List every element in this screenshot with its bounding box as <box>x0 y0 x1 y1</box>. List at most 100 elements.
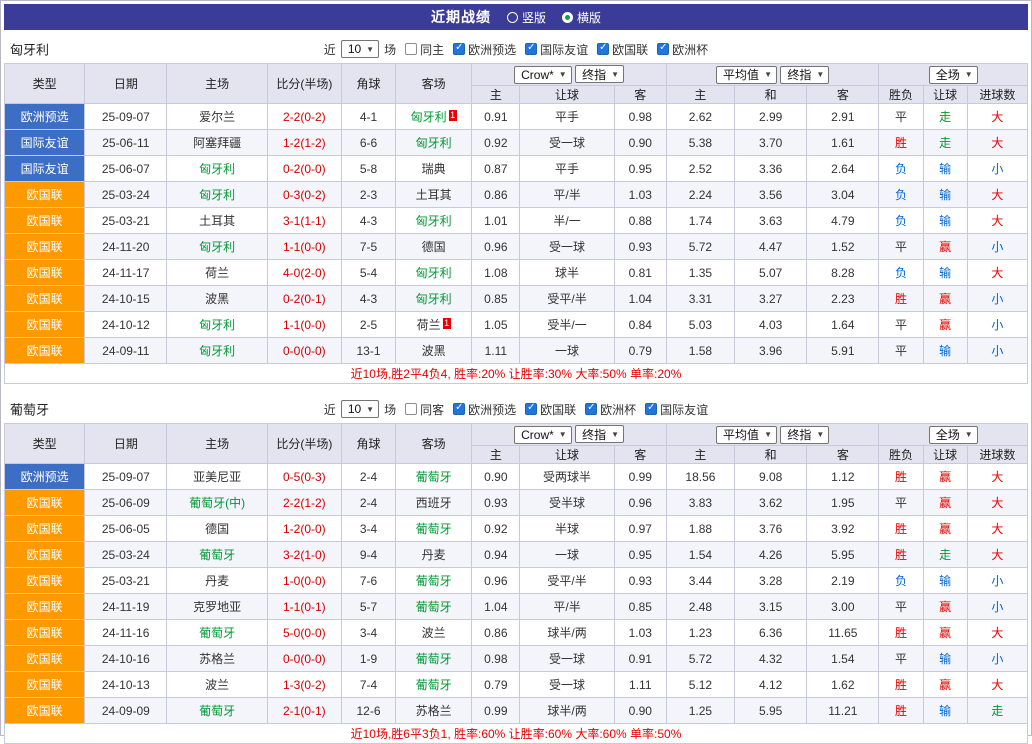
view-option-vertical[interactable]: 竖版 <box>507 9 546 26</box>
result-cell: 负 <box>879 182 923 208</box>
corners-cell: 4-3 <box>341 286 395 312</box>
odds-stage-select[interactable]: 终指 ▼ <box>575 425 624 443</box>
corners-cell: 7-6 <box>341 568 395 594</box>
avg-away-cell: 8.28 <box>807 260 879 286</box>
filter-label: 同主 <box>420 41 444 58</box>
score-cell: 1-2(1-2) <box>267 130 341 156</box>
handicap-cell: 一球 <box>520 338 614 364</box>
handicap-cell: 平手 <box>520 156 614 182</box>
avg-draw-cell: 3.36 <box>735 156 807 182</box>
score-cell: 0-5(0-3) <box>267 464 341 490</box>
score-cell: 0-0(0-0) <box>267 338 341 364</box>
handicap-result-cell: 输 <box>923 698 967 724</box>
filter-competition-4[interactable]: 国际友谊 <box>645 401 708 418</box>
filter-competition-1[interactable]: 欧洲预选 <box>453 41 516 58</box>
corners-cell: 13-1 <box>341 338 395 364</box>
filter-competition-4[interactable]: 欧洲杯 <box>657 41 708 58</box>
bookmaker-select[interactable]: Crow* ▼ <box>514 66 572 84</box>
filter-label: 欧国联 <box>540 401 576 418</box>
handicap-cell: 球半 <box>520 260 614 286</box>
chevron-down-icon: ▼ <box>965 430 973 439</box>
col-avg-home: 主 <box>666 446 734 464</box>
view-option-horizontal[interactable]: 横版 <box>562 9 601 26</box>
filter-competition-2[interactable]: 欧国联 <box>525 401 576 418</box>
chevron-down-icon: ▼ <box>764 430 772 439</box>
avg-draw-cell: 6.36 <box>735 620 807 646</box>
checkbox-icon <box>657 43 669 55</box>
type-cell: 欧国联 <box>5 286 85 312</box>
home-team-name: 匈牙利 <box>199 318 235 332</box>
matches-label: 场 <box>384 401 396 418</box>
avg-home-cell: 2.24 <box>666 182 734 208</box>
odds-stage-select[interactable]: 终指 ▼ <box>575 65 624 83</box>
avg-home-cell: 1.23 <box>666 620 734 646</box>
type-cell: 欧洲预选 <box>5 104 85 130</box>
col-odds-handicap: 让球 <box>520 86 614 104</box>
home-odds-cell: 0.85 <box>472 286 520 312</box>
away-team-name: 葡萄牙 <box>416 652 452 666</box>
handicap-result-cell: 赢 <box>923 464 967 490</box>
handicap-result-cell: 输 <box>923 646 967 672</box>
filter-same-venue[interactable]: 同客 <box>405 401 444 418</box>
avg-home-cell: 5.03 <box>666 312 734 338</box>
col-odds-home: 主 <box>472 446 520 464</box>
avg-away-cell: 1.64 <box>807 312 879 338</box>
goals-cell: 大 <box>967 490 1027 516</box>
bookmaker-select[interactable]: Crow* ▼ <box>514 426 572 444</box>
col-date: 日期 <box>85 64 167 104</box>
type-cell: 欧国联 <box>5 698 85 724</box>
bookmaker-value: Crow* <box>521 68 554 82</box>
avg-home-cell: 1.54 <box>666 542 734 568</box>
avg-stage-select[interactable]: 终指 ▼ <box>780 426 829 444</box>
type-cell: 国际友谊 <box>5 130 85 156</box>
result-cell: 负 <box>879 568 923 594</box>
match-row: 欧国联 25-03-21 土耳其 3-1(1-1) 4-3 匈牙利 1.01 半… <box>5 208 1028 234</box>
odds-group-header: Crow* ▼ 终指 ▼ <box>472 424 667 446</box>
away-team-cell: 葡萄牙 <box>396 568 472 594</box>
matches-label: 场 <box>384 41 396 58</box>
filter-same-venue[interactable]: 同主 <box>405 41 444 58</box>
score-cell: 1-0(0-0) <box>267 568 341 594</box>
filter-bar: 葡萄牙 近 10 ▼ 场 同客 欧洲预选 欧国联 欧洲杯 <box>4 397 1028 421</box>
average-select[interactable]: 平均值 ▼ <box>716 66 777 84</box>
filter-competition-2[interactable]: 国际友谊 <box>525 41 588 58</box>
goals-cell: 小 <box>967 234 1027 260</box>
avg-away-cell: 5.95 <box>807 542 879 568</box>
scope-value: 全场 <box>936 426 960 443</box>
home-team-name: 葡萄牙(中) <box>189 496 245 510</box>
date-cell: 25-03-21 <box>85 208 167 234</box>
checkbox-icon <box>525 403 537 415</box>
score-cell: 4-0(2-0) <box>267 260 341 286</box>
goals-cell: 大 <box>967 672 1027 698</box>
avg-draw-cell: 4.03 <box>735 312 807 338</box>
scope-select[interactable]: 全场 ▼ <box>929 66 978 84</box>
date-cell: 25-03-21 <box>85 568 167 594</box>
home-team-name: 匈牙利 <box>199 188 235 202</box>
result-cell: 负 <box>879 156 923 182</box>
avg-draw-cell: 5.07 <box>735 260 807 286</box>
avg-away-cell: 1.62 <box>807 672 879 698</box>
avg-stage-select[interactable]: 终指 ▼ <box>780 66 829 84</box>
away-odds-cell: 1.11 <box>614 672 666 698</box>
filter-competition-3[interactable]: 欧国联 <box>597 41 648 58</box>
match-row: 欧洲预选 25-09-07 亚美尼亚 0-5(0-3) 2-4 葡萄牙 0.90… <box>5 464 1028 490</box>
match-count-select[interactable]: 10 ▼ <box>341 40 379 58</box>
match-count-select[interactable]: 10 ▼ <box>341 400 379 418</box>
away-odds-cell: 1.04 <box>614 286 666 312</box>
average-select[interactable]: 平均值 ▼ <box>716 426 777 444</box>
filter-competition-1[interactable]: 欧洲预选 <box>453 401 516 418</box>
home-team-cell: 匈牙利 <box>167 312 267 338</box>
date-cell: 24-11-17 <box>85 260 167 286</box>
match-row: 欧国联 25-03-21 丹麦 1-0(0-0) 7-6 葡萄牙 0.96 受平… <box>5 568 1028 594</box>
filter-competition-3[interactable]: 欧洲杯 <box>585 401 636 418</box>
result-cell: 胜 <box>879 286 923 312</box>
avg-home-cell: 18.56 <box>666 464 734 490</box>
away-team-name: 波兰 <box>422 626 446 640</box>
home-team-name: 匈牙利 <box>199 344 235 358</box>
handicap-result-cell: 赢 <box>923 594 967 620</box>
red-card-badge: 1 <box>443 318 451 329</box>
away-team-cell: 匈牙利1 <box>396 104 472 130</box>
scope-select[interactable]: 全场 ▼ <box>929 426 978 444</box>
result-cell: 平 <box>879 312 923 338</box>
goals-cell: 走 <box>967 698 1027 724</box>
